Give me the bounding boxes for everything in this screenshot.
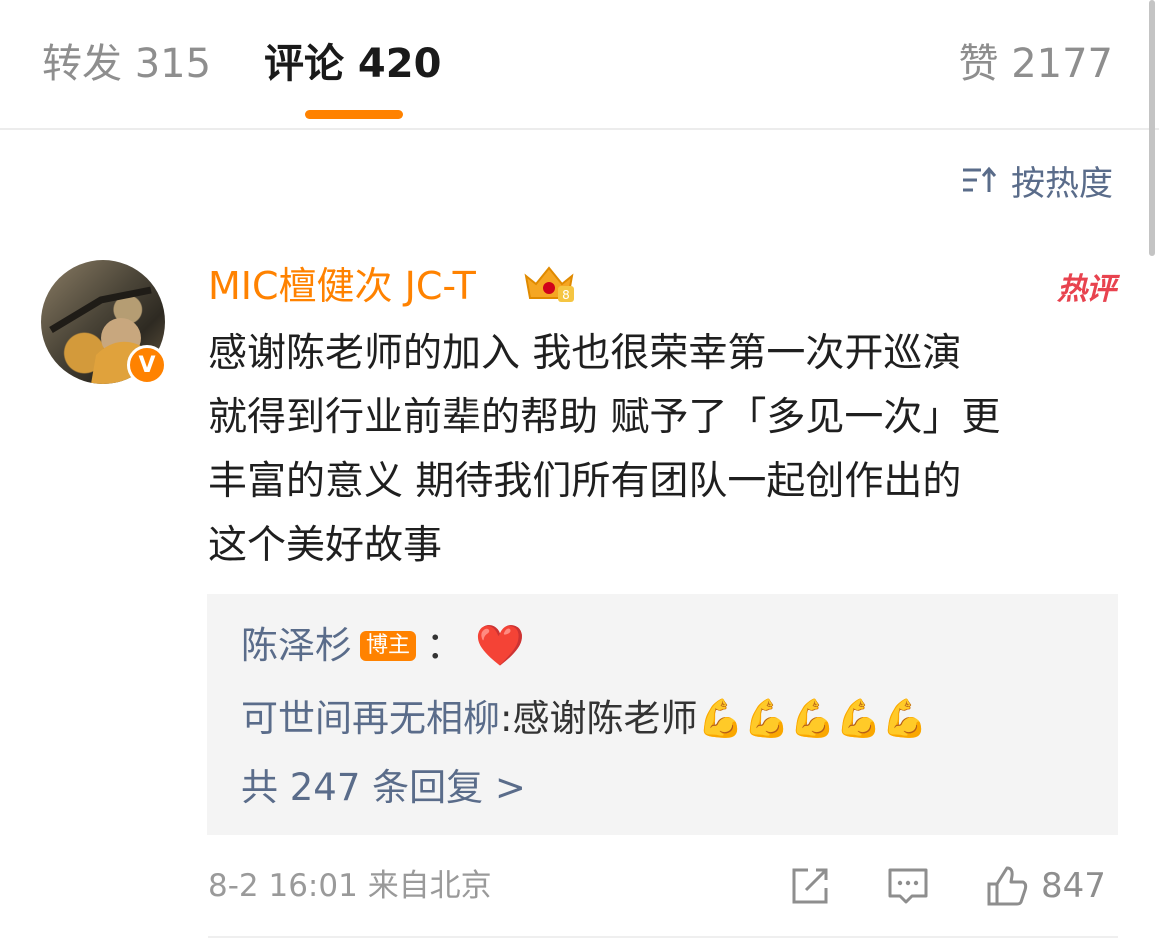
scrollbar[interactable] bbox=[1149, 0, 1155, 256]
verified-badge: V bbox=[127, 345, 167, 385]
comment-line: 就得到行业前辈的帮助 赋予了「多见一次」更 bbox=[208, 395, 1001, 440]
tab-comment[interactable]: 评论 420 bbox=[264, 38, 441, 90]
reply-text: 感谢陈老师💪💪💪💪💪 bbox=[512, 697, 928, 740]
crown-icon: 8 bbox=[524, 266, 574, 302]
reply-item[interactable]: 陈泽杉 博主 ： ❤️ bbox=[241, 622, 525, 670]
comment-line: 这个美好故事 bbox=[208, 523, 443, 568]
like-button[interactable]: 847 bbox=[985, 862, 1106, 910]
active-tab-indicator bbox=[305, 110, 403, 119]
blogger-tag: 博主 bbox=[360, 631, 417, 661]
tab-repost[interactable]: 转发 315 bbox=[42, 38, 211, 90]
location: 来自北京 bbox=[367, 868, 492, 904]
share-icon bbox=[792, 868, 828, 904]
reply-username[interactable]: 可世间再无相柳 bbox=[241, 695, 500, 743]
sort-button[interactable]: 按热度 bbox=[961, 158, 1113, 204]
tab-like[interactable]: 赞 2177 bbox=[958, 38, 1113, 90]
svg-text:8: 8 bbox=[562, 288, 570, 302]
more-replies-link[interactable]: 共 247 条回复 > bbox=[241, 764, 526, 812]
thumbs-up-icon bbox=[987, 866, 1028, 906]
sort-label: 按热度 bbox=[1011, 163, 1113, 204]
heart-emoji: ❤️ bbox=[475, 623, 525, 669]
divider bbox=[208, 936, 1118, 938]
reply-separator: ： bbox=[426, 624, 464, 667]
hot-comment-badge: 热评 bbox=[1057, 272, 1116, 307]
comment-username[interactable]: MIC檀健次 JC-T bbox=[208, 262, 476, 310]
like-count: 847 bbox=[1041, 866, 1106, 906]
comment-line: 丰富的意义 期待我们所有团队一起创作出的 bbox=[208, 459, 962, 504]
share-button[interactable] bbox=[788, 862, 836, 910]
reply-separator: : bbox=[500, 697, 513, 740]
reply-button[interactable] bbox=[886, 862, 934, 910]
comment-meta: 8-2 16:01 来自北京 bbox=[208, 866, 492, 906]
timestamp: 8-2 16:01 bbox=[208, 868, 358, 904]
comment-icon bbox=[888, 868, 928, 904]
reply-item[interactable]: 可世间再无相柳 : 感谢陈老师💪💪💪💪💪 bbox=[241, 695, 928, 743]
comment-line: 感谢陈老师的加入 我也很荣幸第一次开巡演 bbox=[208, 331, 962, 376]
reply-username[interactable]: 陈泽杉 bbox=[241, 622, 352, 670]
tab-bar: 转发 315 评论 420 赞 2177 bbox=[0, 0, 1159, 130]
comment-text: 感谢陈老师的加入 我也很荣幸第一次开巡演 就得到行业前辈的帮助 赋予了「多见一次… bbox=[208, 322, 1108, 578]
sort-icon bbox=[963, 166, 997, 192]
